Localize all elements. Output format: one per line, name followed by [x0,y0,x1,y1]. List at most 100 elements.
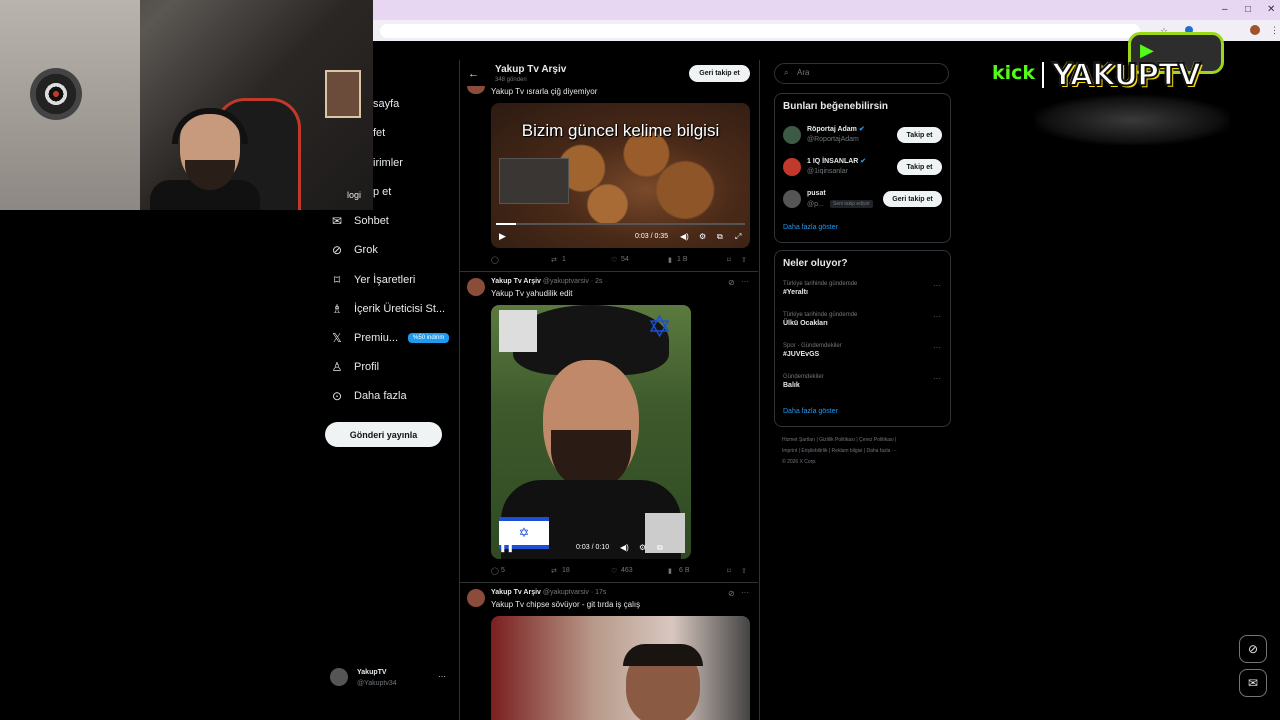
tweet2-video[interactable]: ✡ ✡ ❚❚ 0:03 / 0:10 ◀) ⚙ ⧉ [491,305,691,559]
footer-links[interactable]: Hizmet Şartları | Gizlilik Politikası | … [782,435,897,468]
tweet3-more-icon[interactable]: ··· [741,588,749,597]
reply-icon[interactable]: ◯ [491,256,499,264]
nav-creator-studio[interactable]: ♗ İçerik Üreticisi St... [330,298,445,320]
fullscreen-icon[interactable]: ⤢ [735,232,741,242]
trend-item[interactable]: Gündemdekiler Balık ··· [783,374,943,389]
trend-more-icon[interactable]: ··· [933,312,941,321]
trend-more-icon[interactable]: ··· [933,374,941,383]
tweet3-avatar[interactable] [467,589,485,607]
tweet3-header: Yakup Tv Arşiv @yakuptvarsiv · 17s [491,589,606,596]
trend-name: Ülkü Ocakları [783,320,828,327]
nav-notifications[interactable]: irimler [373,152,403,174]
footer-line2[interactable]: Imprint | Erişilebilirlik | Reklam bilgi… [782,446,897,457]
nav-profile[interactable]: ♙ Profil [330,356,379,378]
trend-more-icon[interactable]: ··· [933,343,941,352]
nav-chat[interactable]: ✉ Sohbet [330,210,389,232]
follow-button[interactable]: Takip et [897,159,942,175]
column-border-right [759,60,760,720]
play-icon[interactable]: ▶ [499,231,506,242]
tweet3-hair-image [623,644,703,666]
x-logo-icon: 𝕏 [332,331,342,345]
nav-premium[interactable]: 𝕏 Premiu... %50 indirim [330,327,450,349]
grok-explain-icon[interactable]: ⊘ [728,278,735,287]
user-name[interactable]: 1 IQ İNSANLAR ✔ [807,157,866,165]
user-handle: @1iqinsanlar [807,168,848,175]
reply-icon[interactable]: ◯ [491,567,499,575]
settings-icon[interactable]: ⚙ [699,232,706,241]
wall-poster-image [325,70,361,118]
show-more-link[interactable]: Daha fazla göster [783,224,838,231]
browser-menu-icon[interactable]: ⋮ [1270,25,1279,36]
pause-icon[interactable]: ❚❚ [499,542,514,553]
views-icon[interactable]: ▮ [668,256,672,264]
tweet2-author[interactable]: Yakup Tv Arşiv [491,278,541,285]
trend-context: Gündemdekiler [783,374,824,380]
back-arrow-icon[interactable]: ← [468,68,479,80]
share-icon[interactable]: ⇧ [741,256,747,264]
profile-avatar-icon[interactable] [1250,25,1260,35]
post-count: 348 gönderi [495,77,527,83]
trend-more-icon[interactable]: ··· [933,281,941,290]
retweet-icon[interactable]: ⇄ [551,256,557,264]
follow-button[interactable]: Takip et [897,127,942,143]
maximize-button[interactable]: □ [1245,4,1251,15]
search-box[interactable]: ⌕ [774,63,949,84]
trend-context: Spor · Gündemdekiler [783,343,842,349]
user-avatar[interactable] [783,190,801,208]
grok-explain-icon[interactable]: ⊘ [728,589,735,598]
nav-home[interactable]: sayfa [373,93,399,115]
close-window-button[interactable]: ✕ [1267,4,1275,15]
pip-icon[interactable]: ⧉ [717,232,723,242]
like-icon[interactable]: ♡ [611,256,617,264]
grok-float-icon[interactable]: ⊘ [1239,635,1267,663]
bookmark-action-icon[interactable]: ⌑ [727,256,731,264]
minimize-button[interactable]: – [1222,4,1228,15]
nav-messages[interactable]: p et [373,181,391,203]
follow-back-button[interactable]: Geri takip et [883,191,942,207]
nav-bookmarks[interactable]: ⌑ Yer İşaretleri [330,269,415,291]
grok-icon: ⊘ [331,243,343,257]
tweet3-text: Yakup Tv chipse sövüyor - git tırda iş ç… [491,600,641,609]
search-input[interactable] [795,67,939,78]
tweet3-author[interactable]: Yakup Tv Arşiv [491,589,541,596]
bookmark-action-icon[interactable]: ⌑ [727,567,731,575]
nav-more[interactable]: ⊙ Daha fazla [330,385,407,407]
footer-line1[interactable]: Hizmet Şartları | Gizlilik Politikası | … [782,435,897,446]
messages-float-icon[interactable]: ✉ [1239,669,1267,697]
user-handle: @p... [807,201,824,208]
like-icon[interactable]: ♡ [611,567,617,575]
user-avatar[interactable] [783,126,801,144]
video-progress-track[interactable] [496,223,745,225]
trend-item[interactable]: Türkiye tarihinde gündemde #Yeraltı ··· [783,281,943,296]
volume-icon[interactable]: ◀) [680,232,689,241]
tweet2-text: Yakup Tv yahudilik edit [491,289,573,298]
address-bar[interactable] [380,24,1140,38]
divider [460,582,758,583]
tweet2-settings-icon[interactable]: ⚙ [639,543,646,552]
follow-back-button[interactable]: Geri takip et [689,65,750,82]
nav-profile-label: Profil [354,361,380,373]
nav-grok[interactable]: ⊘ Grok [330,239,378,261]
nav-explore[interactable]: fet [373,122,385,144]
user-avatar[interactable] [783,158,801,176]
account-more-icon[interactable]: ··· [438,672,446,681]
share-icon[interactable]: ⇧ [741,567,747,575]
user-name[interactable]: pusat [807,190,826,197]
user-name[interactable]: Röportaj Adam ✔ [807,125,865,133]
account-switcher[interactable]: YakupTV @Yakuptv34 ··· [330,668,450,690]
tweet2-volume-icon[interactable]: ◀) [620,543,629,552]
tweet1-video[interactable]: Bizim güncel kelime bilgisi ▶ 0:03 / 0:3… [491,103,750,248]
trends-show-more-link[interactable]: Daha fazla göster [783,408,838,415]
tweet3-video[interactable] [491,616,750,720]
tweet2-more-icon[interactable]: ··· [741,277,749,286]
yakuptv-brand-logo: YAKUPTV [1051,57,1202,94]
retweet-icon[interactable]: ⇄ [551,567,557,575]
webcam-overlay [0,0,373,210]
trend-item[interactable]: Spor · Gündemdekiler #JUVEvGS ··· [783,343,943,358]
trend-item[interactable]: Türkiye tarihinde gündemde Ülkü Ocakları… [783,312,943,327]
views-icon[interactable]: ▮ [668,567,672,575]
tweet2-avatar[interactable] [467,278,485,296]
post-button[interactable]: Gönderi yayınla [325,422,442,447]
tweet2-pip-icon[interactable]: ⧉ [657,543,663,553]
profile-title: Yakup Tv Arşiv [495,64,567,75]
